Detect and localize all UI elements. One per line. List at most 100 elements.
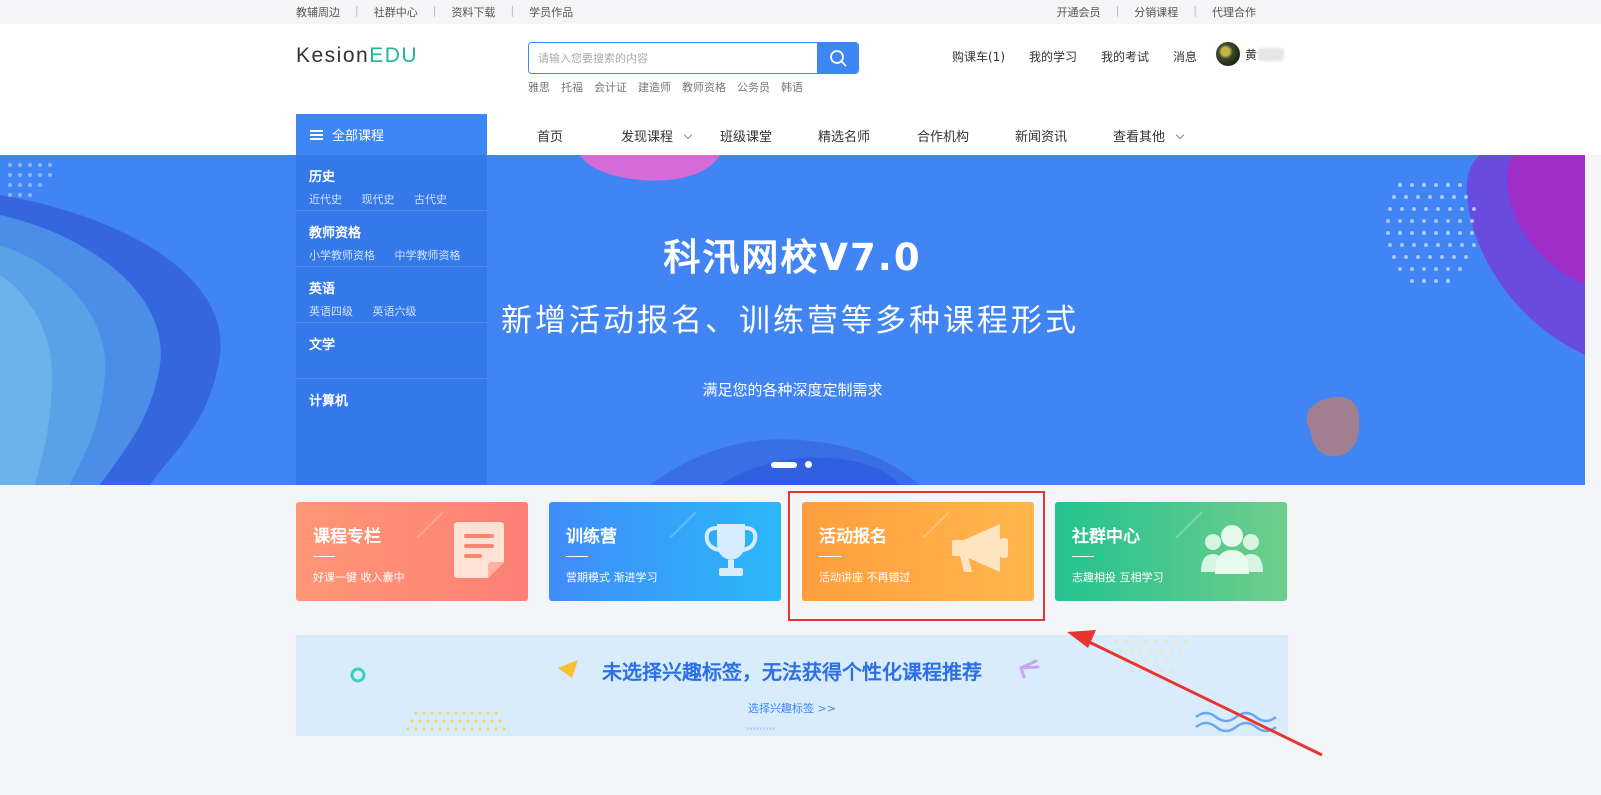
nav-item-home[interactable]: 首页 xyxy=(537,126,563,145)
interest-tag-banner: ››››››››› 未选择兴趣标签，无法获得个性化课程推荐 选择兴趣标签 >> xyxy=(296,635,1288,736)
card-title: 训练营 xyxy=(566,527,617,547)
category-title[interactable]: 历史 xyxy=(309,166,487,185)
nav-item-label: 发现课程 xyxy=(621,130,674,145)
carousel-dot-active[interactable] xyxy=(771,461,797,468)
my-exams-link[interactable]: 我的考试 xyxy=(1101,48,1149,65)
nav-item-partners[interactable]: 合作机构 xyxy=(917,126,969,145)
nav-item-classes[interactable]: 班级课堂 xyxy=(720,126,772,145)
card-divider xyxy=(1072,556,1094,557)
logo-accent-text: EDU xyxy=(369,44,419,67)
nav-item-more[interactable]: 查看其他 xyxy=(1113,126,1185,145)
hero-banner[interactable]: 科汛网校V7.0 新增活动报名、训练营等多种课程形式 满足您的各种深度定制需求 xyxy=(0,155,1585,485)
subcategory-list: 英语四级 英语六级 xyxy=(309,303,487,319)
select-interest-link[interactable]: 选择兴趣标签 >> xyxy=(296,700,1288,716)
top-left-links: 教辅周边 | 社群中心 | 资料下载 | 学员作品 xyxy=(296,4,573,20)
banner-subtitle: 新增活动报名、训练营等多种课程形式 xyxy=(501,303,1079,339)
document-icon xyxy=(454,522,504,578)
subcategory-link[interactable]: 古代史 xyxy=(414,193,447,206)
top-utility-bar: 教辅周边 | 社群中心 | 资料下载 | 学员作品 开通会员 | 分销课程 | … xyxy=(0,0,1601,24)
nav-item-label: 班级课堂 xyxy=(720,130,773,145)
top-link-membership[interactable]: 开通会员 xyxy=(1057,4,1101,20)
category-menu: 历史 近代史 现代史 古代史 教师资格 小学教师资格 中学教师资格 英语 英语四… xyxy=(296,155,487,485)
card-divider xyxy=(566,556,588,557)
hot-word[interactable]: 公务员 xyxy=(737,79,770,95)
hot-word[interactable]: 托福 xyxy=(561,79,583,95)
site-logo[interactable]: KesionEDU xyxy=(296,44,418,68)
card-decoration xyxy=(416,511,444,539)
nav-item-discover[interactable]: 发现课程 xyxy=(621,126,693,145)
divider: | xyxy=(432,4,437,17)
carousel-indicators xyxy=(771,461,812,468)
search-icon xyxy=(829,50,846,67)
top-link-student-works[interactable]: 学员作品 xyxy=(529,4,573,20)
carousel-dot[interactable] xyxy=(805,461,812,468)
card-training-camp[interactable]: 训练营 营期模式 渐进学习 xyxy=(549,502,781,601)
card-title: 社群中心 xyxy=(1072,527,1140,547)
subcategory-link[interactable]: 中学教师资格 xyxy=(395,249,461,262)
divider: | xyxy=(1193,4,1197,17)
all-courses-label: 全部课程 xyxy=(332,129,385,144)
category-history: 历史 近代史 现代史 古代史 xyxy=(296,155,487,211)
top-link-agency[interactable]: 代理合作 xyxy=(1212,4,1256,20)
category-title[interactable]: 英语 xyxy=(309,278,487,297)
nav-item-label: 查看其他 xyxy=(1113,130,1166,145)
top-link-downloads[interactable]: 资料下载 xyxy=(451,4,495,20)
category-title[interactable]: 计算机 xyxy=(309,390,487,409)
search-button[interactable] xyxy=(817,43,858,73)
menu-icon xyxy=(310,129,323,140)
search-input[interactable] xyxy=(529,43,817,73)
chevron-down-icon xyxy=(683,130,693,140)
top-link-distribution[interactable]: 分销课程 xyxy=(1134,4,1178,20)
all-courses-button[interactable]: 全部课程 xyxy=(296,114,487,155)
subcategory-link[interactable]: 英语四级 xyxy=(309,305,353,318)
hot-word[interactable]: 教师资格 xyxy=(682,79,726,95)
redacted-name-blur xyxy=(1258,47,1285,61)
hot-search-words: 雅思 托福 会计证 建造师 教师资格 公务员 韩语 xyxy=(528,79,814,95)
top-right-links: 开通会员 | 分销课程 | 代理合作 xyxy=(1057,4,1256,20)
cart-link[interactable]: 购课车(1) xyxy=(952,48,1005,65)
nav-item-label: 首页 xyxy=(537,130,564,145)
top-link-community[interactable]: 社群中心 xyxy=(374,4,418,20)
user-name: 黄 xyxy=(1245,47,1258,62)
interest-message: 未选择兴趣标签，无法获得个性化课程推荐 xyxy=(602,660,982,684)
user-menu[interactable]: 黄 xyxy=(1216,42,1285,66)
nav-item-label: 新闻资讯 xyxy=(1015,130,1068,145)
card-course-column[interactable]: 课程专栏 好课一键 收入囊中 xyxy=(296,502,528,601)
card-community[interactable]: 社群中心 志趣相投 互相学习 xyxy=(1055,502,1287,601)
category-literature: 文学 xyxy=(296,323,487,379)
card-description: 营期模式 渐进学习 xyxy=(566,571,658,584)
annotation-highlight-box xyxy=(788,491,1045,621)
category-title[interactable]: 文学 xyxy=(309,334,487,353)
interest-decoration: ››››››››› xyxy=(350,639,1277,733)
avatar[interactable] xyxy=(1216,42,1240,66)
search-box xyxy=(528,42,859,74)
group-icon xyxy=(1201,525,1263,574)
logo-main-text: Kesion xyxy=(296,44,370,67)
nav-item-teachers[interactable]: 精选名师 xyxy=(818,126,870,145)
my-learning-link[interactable]: 我的学习 xyxy=(1029,48,1077,65)
divider: | xyxy=(510,4,515,17)
hot-word[interactable]: 雅思 xyxy=(528,79,550,95)
top-link-jiaofu[interactable]: 教辅周边 xyxy=(296,4,340,20)
hot-word[interactable]: 建造师 xyxy=(638,79,671,95)
nav-item-news[interactable]: 新闻资讯 xyxy=(1015,126,1067,145)
subcategory-link[interactable]: 近代史 xyxy=(309,193,342,206)
banner-title: 科汛网校V7.0 xyxy=(663,236,922,279)
subcategory-link[interactable]: 英语六级 xyxy=(373,305,417,318)
category-teacher-cert: 教师资格 小学教师资格 中学教师资格 xyxy=(296,211,487,267)
hot-word[interactable]: 韩语 xyxy=(781,79,803,95)
hot-word[interactable]: 会计证 xyxy=(594,79,627,95)
subcategory-link[interactable]: 现代史 xyxy=(362,193,395,206)
card-title: 课程专栏 xyxy=(313,527,381,547)
trophy-icon xyxy=(704,524,758,576)
card-description: 好课一键 收入囊中 xyxy=(313,571,405,584)
banner-description: 满足您的各种深度定制需求 xyxy=(702,381,883,399)
messages-link[interactable]: 消息 xyxy=(1173,48,1197,65)
card-decoration xyxy=(669,511,697,539)
subcategory-link[interactable]: 小学教师资格 xyxy=(309,249,375,262)
chevron-down-icon xyxy=(1175,130,1185,140)
user-links: 购课车(1) 我的学习 我的考试 消息 xyxy=(952,48,1221,65)
category-title[interactable]: 教师资格 xyxy=(309,222,487,241)
divider: | xyxy=(355,4,359,17)
nav-item-label: 精选名师 xyxy=(818,130,871,145)
